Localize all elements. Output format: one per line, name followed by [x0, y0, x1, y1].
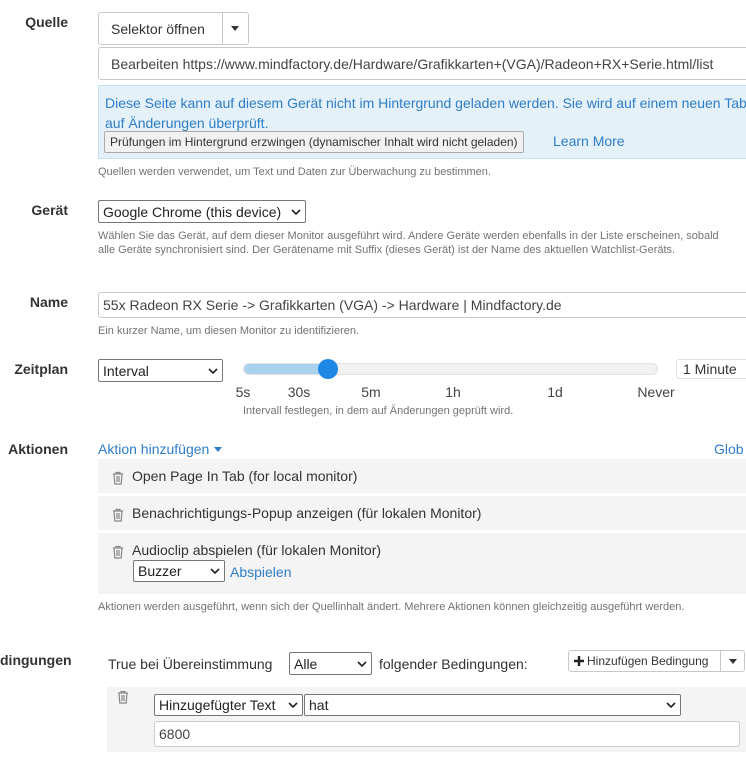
conditions-label: dingungen	[0, 652, 72, 668]
conditions-panel: True bei Übereinstimmung Alle folgender …	[98, 645, 746, 765]
actions-list: Open Page In Tab (for local monitor) Ben…	[98, 459, 746, 594]
add-condition-main[interactable]: Hinzufügen Bedingung	[569, 654, 720, 668]
add-condition-dropdown[interactable]	[720, 651, 744, 671]
interval-slider-fill	[244, 364, 329, 374]
force-background-button[interactable]: Prüfungen im Hintergrund erzwingen (dyna…	[104, 131, 524, 153]
device-select-value: Google Chrome (this device)	[103, 203, 282, 220]
global-actions-link[interactable]: Glob	[714, 441, 744, 457]
device-label: Gerät	[31, 202, 68, 218]
match-mode-value: Alle	[294, 655, 318, 672]
trash-icon[interactable]	[117, 690, 129, 704]
schedule-type-select[interactable]: Interval	[98, 359, 223, 382]
learn-more-link[interactable]: Learn More	[553, 133, 625, 149]
add-condition-button[interactable]: Hinzufügen Bedingung	[568, 650, 745, 672]
caret-down-icon	[214, 446, 223, 452]
slider-tick-label: 1d	[547, 384, 563, 400]
source-url-field[interactable]: Bearbeiten https://www.mindfactory.de/Ha…	[98, 47, 746, 80]
chevron-down-icon	[210, 568, 220, 575]
interval-slider[interactable]	[243, 363, 658, 375]
chevron-down-icon	[208, 367, 218, 374]
sound-select-value: Buzzer	[138, 563, 182, 579]
device-select[interactable]: Google Chrome (this device)	[98, 200, 306, 223]
caret-down-icon	[231, 26, 240, 31]
action-item: Audioclip abspielen (für lokalen Monitor…	[98, 533, 746, 594]
schedule-help: Intervall festlegen, in dem auf Änderung…	[243, 405, 514, 417]
action-item-label: Audioclip abspielen (für lokalen Monitor…	[132, 542, 382, 558]
condition-value-input[interactable]: 6800	[154, 721, 740, 747]
actions-label: Aktionen	[8, 441, 68, 457]
slider-tick-label: Never	[637, 384, 675, 400]
source-label: Quelle	[25, 14, 68, 30]
trash-icon[interactable]	[112, 471, 124, 485]
plus-icon	[574, 656, 584, 666]
trash-icon[interactable]	[112, 508, 124, 522]
schedule-type-value: Interval	[103, 362, 149, 379]
caret-down-icon	[728, 658, 737, 664]
action-item-label: Open Page In Tab (for local monitor)	[132, 468, 358, 484]
conditions-suffix: folgender Bedingungen:	[379, 656, 528, 672]
selector-button-label: Selektor öffnen	[111, 20, 205, 37]
slider-tick-label: 5m	[361, 384, 381, 400]
condition-field-value: Hinzugefügter Text	[159, 697, 276, 713]
action-item: Open Page In Tab (for local monitor)	[98, 459, 746, 493]
condition-field-select[interactable]: Hinzugefügter Text	[154, 694, 303, 716]
sound-select[interactable]: Buzzer	[133, 560, 225, 582]
add-action-label: Aktion hinzufügen	[98, 441, 210, 457]
device-help: Wählen Sie das Gerät, auf dem dieser Mon…	[98, 230, 719, 256]
slider-tick-label: 30s	[287, 384, 311, 400]
condition-operator-select[interactable]: hat	[304, 694, 681, 716]
name-label: Name	[29, 294, 68, 310]
chevron-down-icon	[666, 702, 676, 709]
selector-button[interactable]: Selektor öffnen	[98, 12, 249, 45]
chevron-down-icon	[291, 208, 301, 215]
schedule-label: Zeitplan	[14, 361, 68, 377]
add-condition-label: Hinzufügen Bedingung	[587, 654, 709, 668]
add-action-link[interactable]: Aktion hinzufügen	[98, 441, 223, 457]
interval-slider-handle[interactable]	[317, 359, 338, 379]
condition-operator-value: hat	[309, 697, 329, 713]
actions-help: Aktionen werden ausgeführt, wenn sich de…	[98, 601, 685, 613]
name-help: Ein kurzer Name, um diesen Monitor zu id…	[98, 325, 360, 337]
chevron-down-icon	[288, 702, 298, 709]
action-item: Benachrichtigungs-Popup anzeigen (für lo…	[98, 496, 746, 530]
trash-icon[interactable]	[112, 545, 124, 559]
play-sound-link[interactable]: Abspielen	[230, 564, 292, 580]
interval-value-display: 1 Minute	[676, 359, 746, 379]
monitor-name-input[interactable]: 55x Radeon RX Serie -> Grafikkarten (VGA…	[98, 292, 746, 318]
chevron-down-icon	[357, 660, 367, 667]
notice-text: Diese Seite kann auf diesem Gerät nicht …	[105, 95, 746, 131]
selector-dropdown-toggle[interactable]	[221, 13, 248, 44]
action-item-label: Benachrichtigungs-Popup anzeigen (für lo…	[132, 505, 482, 521]
source-help: Quellen werden verwendet, um Text und Da…	[98, 166, 491, 178]
match-mode-select[interactable]: Alle	[289, 652, 372, 675]
condition-row: Hinzugefügter Text hat 6800	[107, 687, 746, 752]
slider-tick-label: 5s	[235, 384, 251, 400]
slider-tick-label: 1h	[445, 384, 461, 400]
conditions-prefix: True bei Übereinstimmung	[108, 656, 273, 672]
background-notice: Diese Seite kann auf diesem Gerät nicht …	[98, 85, 746, 159]
